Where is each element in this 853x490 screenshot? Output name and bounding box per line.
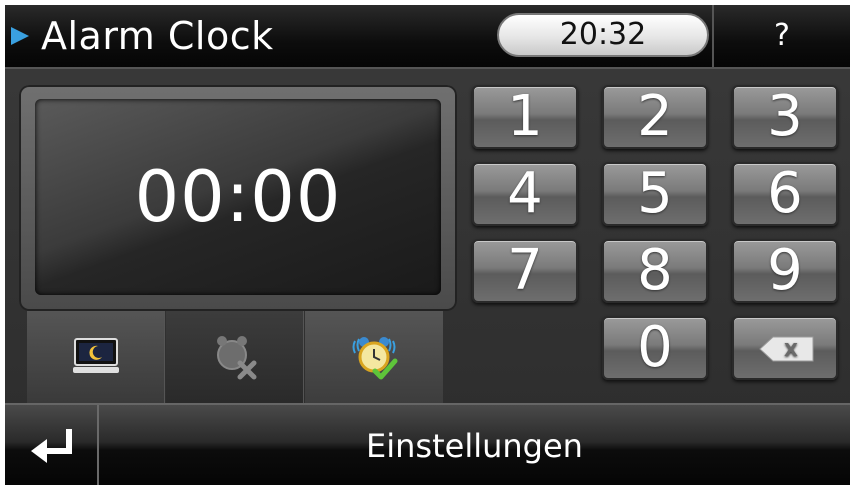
settings-button[interactable]: Einstellungen (99, 405, 850, 485)
tab-standby[interactable] (27, 311, 165, 403)
key-3[interactable]: 3 (732, 85, 838, 149)
help-button[interactable]: ? (714, 5, 850, 67)
alarm-off-icon (217, 336, 257, 380)
standby-night-icon (73, 338, 119, 373)
return-arrow-icon (31, 429, 72, 463)
key-2[interactable]: 2 (602, 85, 708, 149)
backspace-icon: X (759, 336, 814, 362)
title-bar: Alarm Clock 20:32 ? (5, 5, 850, 69)
tab-alarm-off[interactable] (166, 311, 304, 403)
page-title: Alarm Clock (41, 14, 274, 58)
current-time-display: 20:32 (497, 13, 709, 57)
bottom-bar: Einstellungen (5, 403, 850, 485)
alarm-time-value: 00:00 (134, 156, 342, 238)
svg-text:X: X (784, 340, 798, 361)
key-1[interactable]: 1 (472, 85, 578, 149)
key-9[interactable]: 9 (732, 239, 838, 303)
key-7[interactable]: 7 (472, 239, 578, 303)
title-arrow-icon (11, 27, 29, 45)
key-6[interactable]: 6 (732, 162, 838, 226)
key-8[interactable]: 8 (602, 239, 708, 303)
back-button[interactable] (5, 405, 97, 485)
key-4[interactable]: 4 (472, 162, 578, 226)
tab-alarm-on[interactable] (305, 311, 443, 403)
key-0[interactable]: 0 (602, 316, 708, 380)
mode-tabs (27, 311, 445, 403)
backspace-button[interactable]: X (732, 316, 838, 380)
alarm-clock-screen: Alarm Clock 20:32 ? 00:00 1 2 3 4 5 6 7 … (5, 5, 850, 485)
key-5[interactable]: 5 (602, 162, 708, 226)
alarm-time-display-frame: 00:00 (19, 85, 457, 311)
alarm-time-display: 00:00 (35, 99, 441, 295)
alarm-on-icon (352, 337, 398, 380)
